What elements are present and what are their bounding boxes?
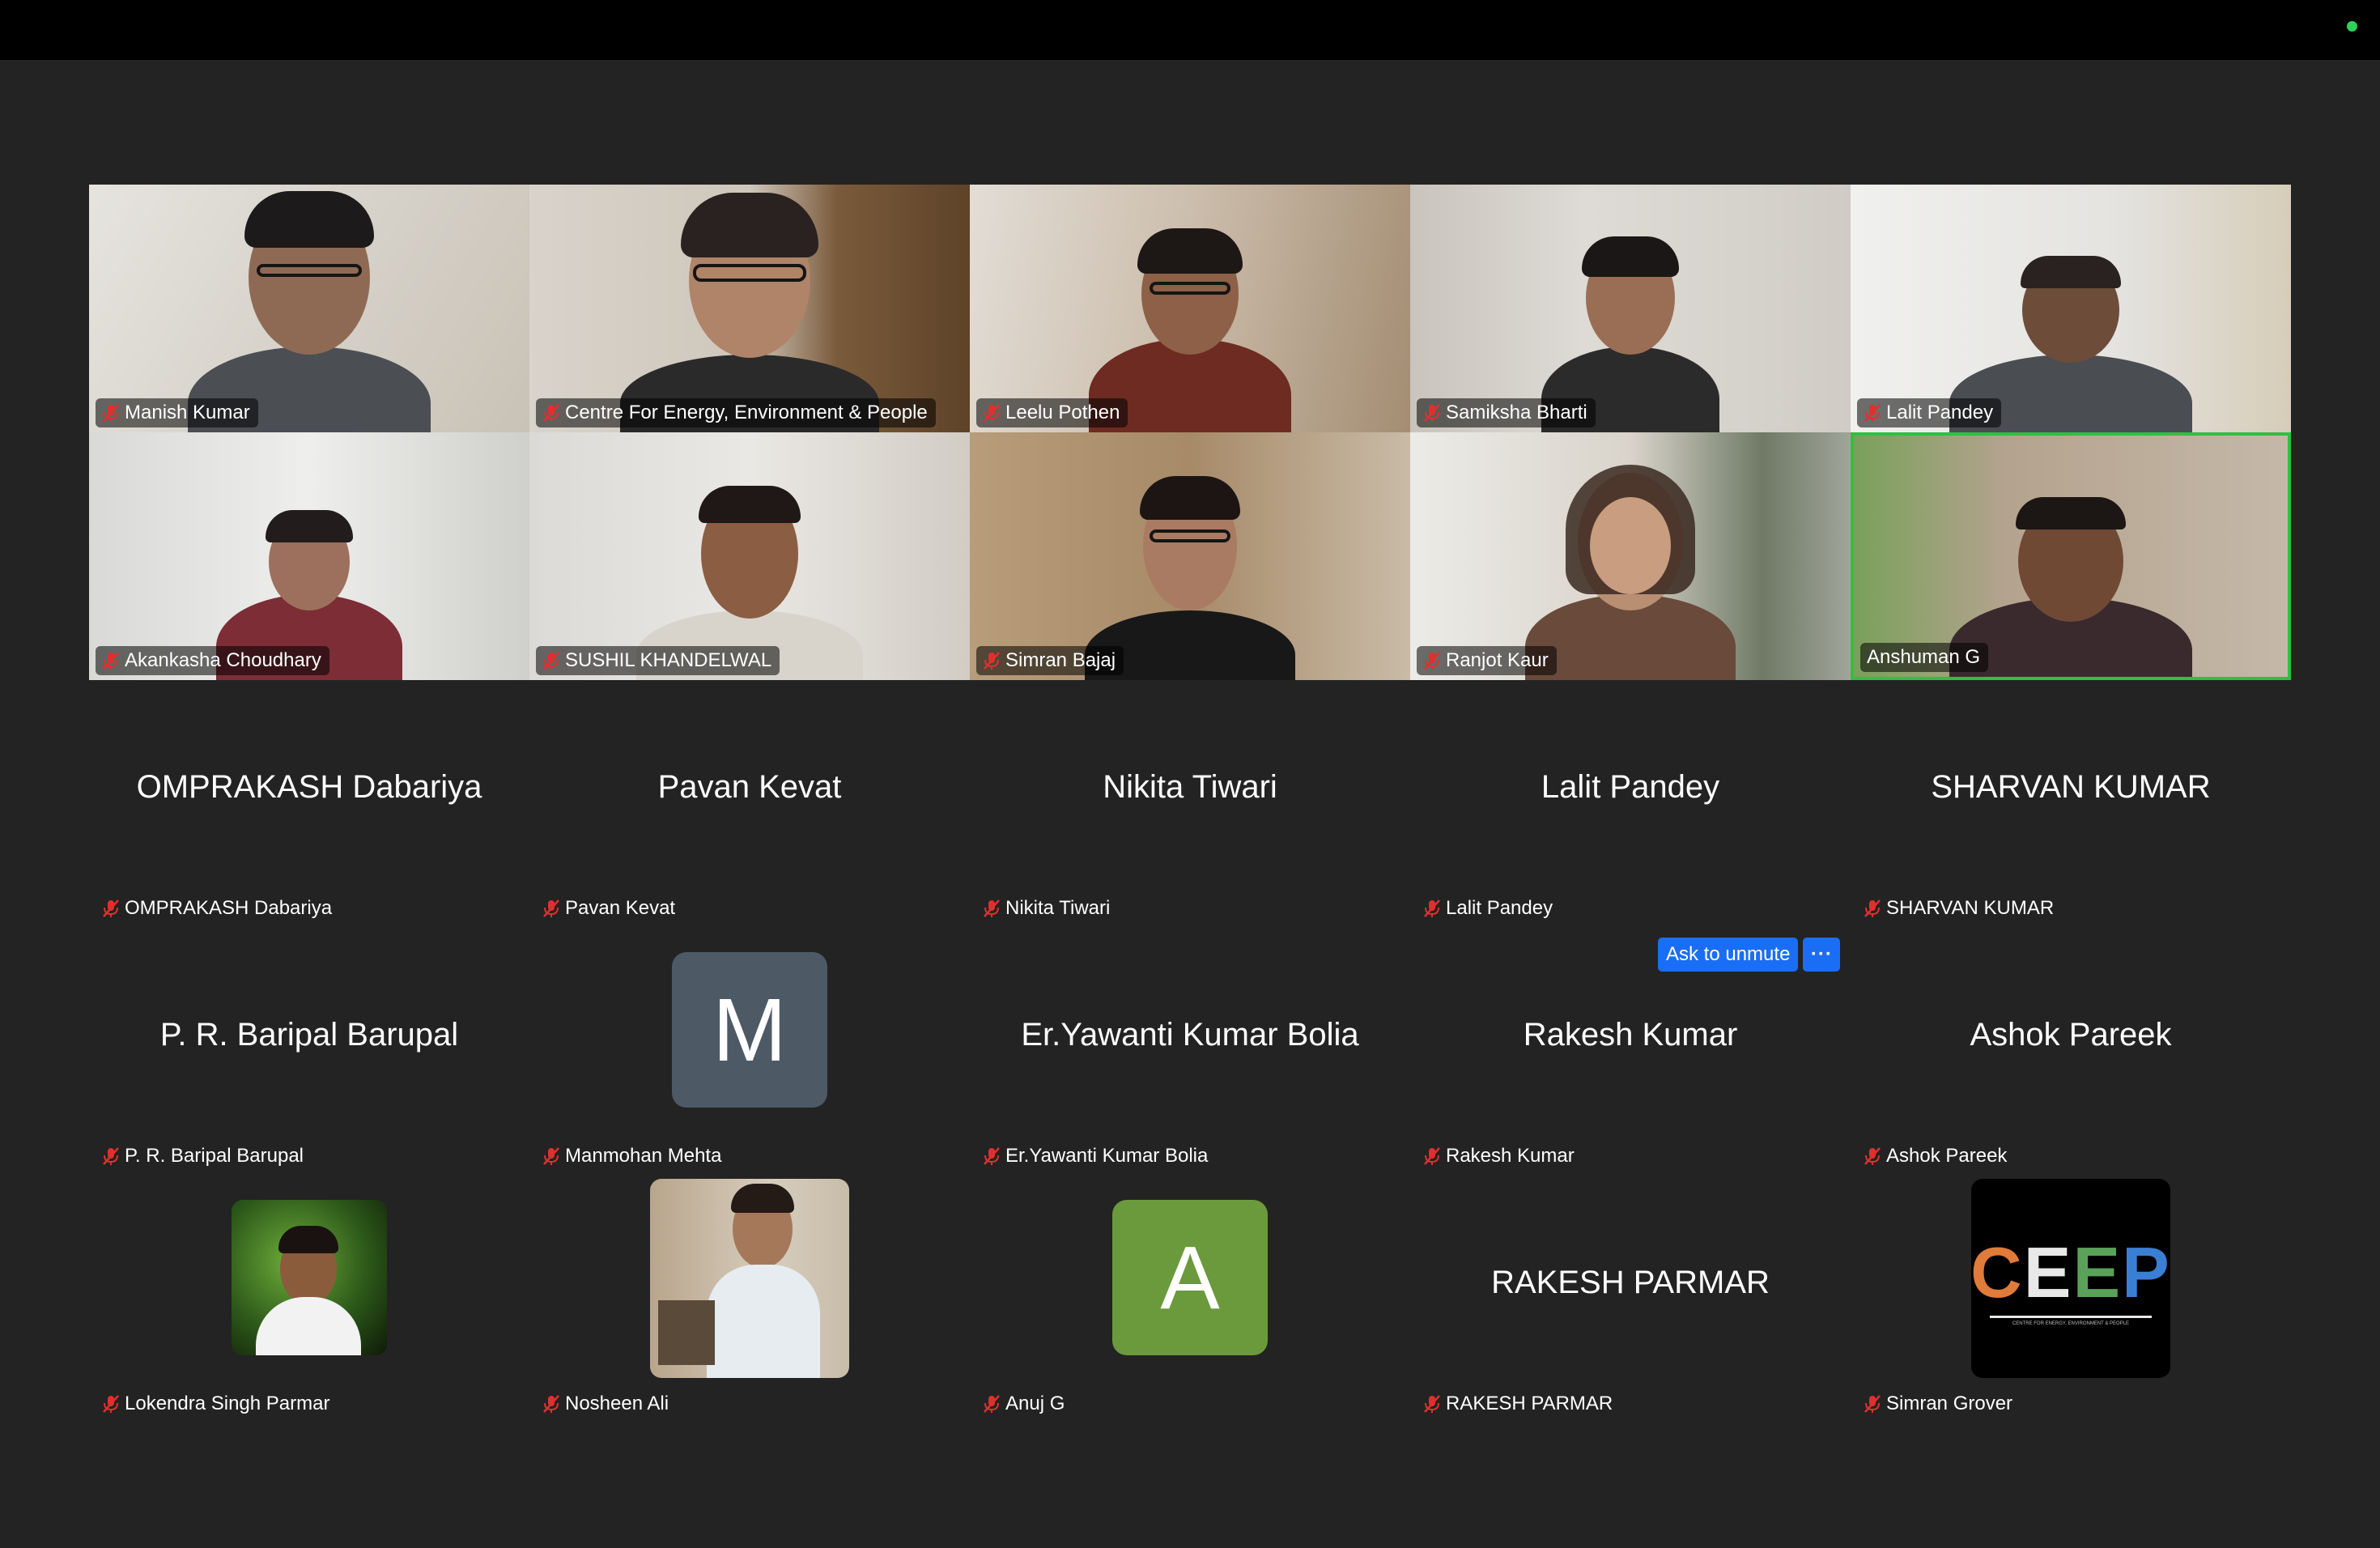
- participant-name-tag: Lalit Pandey: [1857, 398, 2002, 427]
- ceep-logo-text: CEEP: [1971, 1231, 2170, 1312]
- participant-display-name: Er.Yawanti Kumar Bolia: [1021, 1017, 1359, 1053]
- video-tile[interactable]: Akankasha Choudhary: [89, 432, 529, 680]
- participant-name-tag: Nosheen Ali: [536, 1389, 677, 1418]
- video-tile[interactable]: SUSHIL KHANDELWAL: [529, 432, 970, 680]
- muted-mic-icon: [1864, 1395, 1881, 1413]
- recording-status-dot: [2347, 21, 2357, 32]
- participant-name-tag: Manish Kumar: [96, 398, 258, 427]
- participant-tile[interactable]: Pavan Kevat Pavan Kevat: [529, 680, 970, 928]
- participant-display-name: OMPRAKASH Dabariya: [136, 769, 482, 805]
- participant-tile[interactable]: Nosheen Ali: [529, 1176, 970, 1423]
- muted-mic-icon: [543, 1147, 559, 1165]
- avatar: M: [672, 952, 827, 1108]
- participant-name-tag: Akankasha Choudhary: [96, 646, 329, 675]
- participant-tile[interactable]: Nikita Tiwari Nikita Tiwari: [970, 680, 1410, 928]
- participant-display-name: Lalit Pandey: [1541, 769, 1720, 805]
- muted-mic-icon: [1424, 1147, 1440, 1165]
- participant-display-name: Pavan Kevat: [657, 769, 842, 805]
- participant-name-tag: P. R. Baripal Barupal: [96, 1142, 312, 1171]
- participant-name-tag: Ashok Pareek: [1857, 1142, 2015, 1171]
- muted-mic-icon: [1424, 404, 1440, 422]
- ceep-logo: CEEP CENTRE FOR ENERGY, ENVIRONMENT & PE…: [1971, 1179, 2170, 1378]
- window-top-bar: [0, 0, 2380, 60]
- muted-mic-icon: [1424, 652, 1440, 670]
- gallery-view: Manish Kumar Centre For Energy, Environm…: [89, 185, 2291, 1423]
- participant-name-tag: Manmohan Mehta: [536, 1142, 729, 1171]
- participant-display-name: Nikita Tiwari: [1103, 769, 1277, 805]
- participant-name-tag: Rakesh Kumar: [1417, 1142, 1583, 1171]
- muted-mic-icon: [1424, 1395, 1440, 1413]
- more-options-button[interactable]: ···: [1803, 938, 1841, 972]
- video-tile[interactable]: Simran Bajaj: [970, 432, 1410, 680]
- muted-mic-icon: [543, 652, 559, 670]
- participant-name-tag: Er.Yawanti Kumar Bolia: [976, 1142, 1216, 1171]
- participant-name-tag: Anshuman G: [1860, 643, 1989, 672]
- participant-tile[interactable]: M Manmohan Mehta: [529, 928, 970, 1176]
- participant-name-tag: Pavan Kevat: [536, 894, 683, 923]
- muted-mic-icon: [103, 1395, 119, 1413]
- ceep-logo-subtext: CENTRE FOR ENERGY, ENVIRONMENT & PEOPLE: [2012, 1320, 2130, 1326]
- profile-photo: [232, 1200, 387, 1355]
- muted-mic-icon: [103, 404, 119, 422]
- participant-display-name: P. R. Baripal Barupal: [159, 1017, 459, 1053]
- participant-hover-controls: Ask to unmute ···: [1658, 938, 1841, 972]
- participant-tile[interactable]: P. R. Baripal Barupal P. R. Baripal Baru…: [89, 928, 529, 1176]
- ask-to-unmute-button[interactable]: Ask to unmute: [1658, 938, 1799, 972]
- participant-name-tag: RAKESH PARMAR: [1417, 1389, 1621, 1418]
- avatar: A: [1112, 1200, 1268, 1355]
- video-tile[interactable]: Leelu Pothen: [970, 185, 1410, 432]
- muted-mic-icon: [984, 899, 1000, 917]
- participant-tile[interactable]: Lokendra Singh Parmar: [89, 1176, 529, 1423]
- video-tile[interactable]: Manish Kumar: [89, 185, 529, 432]
- muted-mic-icon: [1864, 1147, 1881, 1165]
- participant-display-name: Rakesh Kumar: [1523, 1017, 1738, 1053]
- video-tile[interactable]: Ranjot Kaur: [1410, 432, 1851, 680]
- participant-tile[interactable]: A Anuj G: [970, 1176, 1410, 1423]
- participant-display-name: Ashok Pareek: [1970, 1017, 2172, 1053]
- participant-name-tag: Anuj G: [976, 1389, 1073, 1418]
- muted-mic-icon: [984, 404, 1000, 422]
- participant-display-name: RAKESH PARMAR: [1491, 1265, 1770, 1300]
- muted-mic-icon: [984, 1395, 1000, 1413]
- participant-name-tag: Simran Bajaj: [976, 646, 1124, 675]
- muted-mic-icon: [1864, 899, 1881, 917]
- participant-name-tag: Simran Grover: [1857, 1389, 2021, 1418]
- participant-name-tag: SUSHIL KHANDELWAL: [536, 646, 780, 675]
- participant-name-tag: Ranjot Kaur: [1417, 646, 1557, 675]
- participant-tile[interactable]: Er.Yawanti Kumar Bolia Er.Yawanti Kumar …: [970, 928, 1410, 1176]
- participant-name-tag: SHARVAN KUMAR: [1857, 894, 2062, 923]
- participant-tile[interactable]: CEEP CENTRE FOR ENERGY, ENVIRONMENT & PE…: [1851, 1176, 2291, 1423]
- muted-mic-icon: [103, 652, 119, 670]
- muted-mic-icon: [103, 1147, 119, 1165]
- participant-tile[interactable]: SHARVAN KUMAR SHARVAN KUMAR: [1851, 680, 2291, 928]
- muted-mic-icon: [1864, 404, 1881, 422]
- muted-mic-icon: [543, 404, 559, 422]
- participant-display-name: SHARVAN KUMAR: [1931, 769, 2211, 805]
- profile-photo: [650, 1179, 849, 1378]
- muted-mic-icon: [1424, 899, 1440, 917]
- participant-name-tag: Centre For Energy, Environment & People: [536, 398, 936, 427]
- muted-mic-icon: [984, 652, 1000, 670]
- muted-mic-icon: [543, 899, 559, 917]
- participant-name-tag: OMPRAKASH Dabariya: [96, 894, 340, 923]
- participant-name-tag: Lalit Pandey: [1417, 894, 1561, 923]
- participant-name-tag: Samiksha Bharti: [1417, 398, 1596, 427]
- participant-tile[interactable]: Lalit Pandey Lalit Pandey: [1410, 680, 1851, 928]
- participant-name-tag: Lokendra Singh Parmar: [96, 1389, 338, 1418]
- muted-mic-icon: [103, 899, 119, 917]
- video-tile[interactable]: Centre For Energy, Environment & People: [529, 185, 970, 432]
- participant-tile[interactable]: RAKESH PARMAR RAKESH PARMAR: [1410, 1176, 1851, 1423]
- muted-mic-icon: [543, 1395, 559, 1413]
- muted-mic-icon: [984, 1147, 1000, 1165]
- participant-name-tag: Nikita Tiwari: [976, 894, 1118, 923]
- participant-tile[interactable]: OMPRAKASH Dabariya OMPRAKASH Dabariya: [89, 680, 529, 928]
- video-tile[interactable]: Lalit Pandey: [1851, 185, 2291, 432]
- participant-name-tag: Leelu Pothen: [976, 398, 1128, 427]
- participant-tile[interactable]: Ashok Pareek Ashok Pareek: [1851, 928, 2291, 1176]
- active-speaker-video-tile[interactable]: Anshuman G: [1851, 432, 2291, 680]
- video-tile[interactable]: Samiksha Bharti: [1410, 185, 1851, 432]
